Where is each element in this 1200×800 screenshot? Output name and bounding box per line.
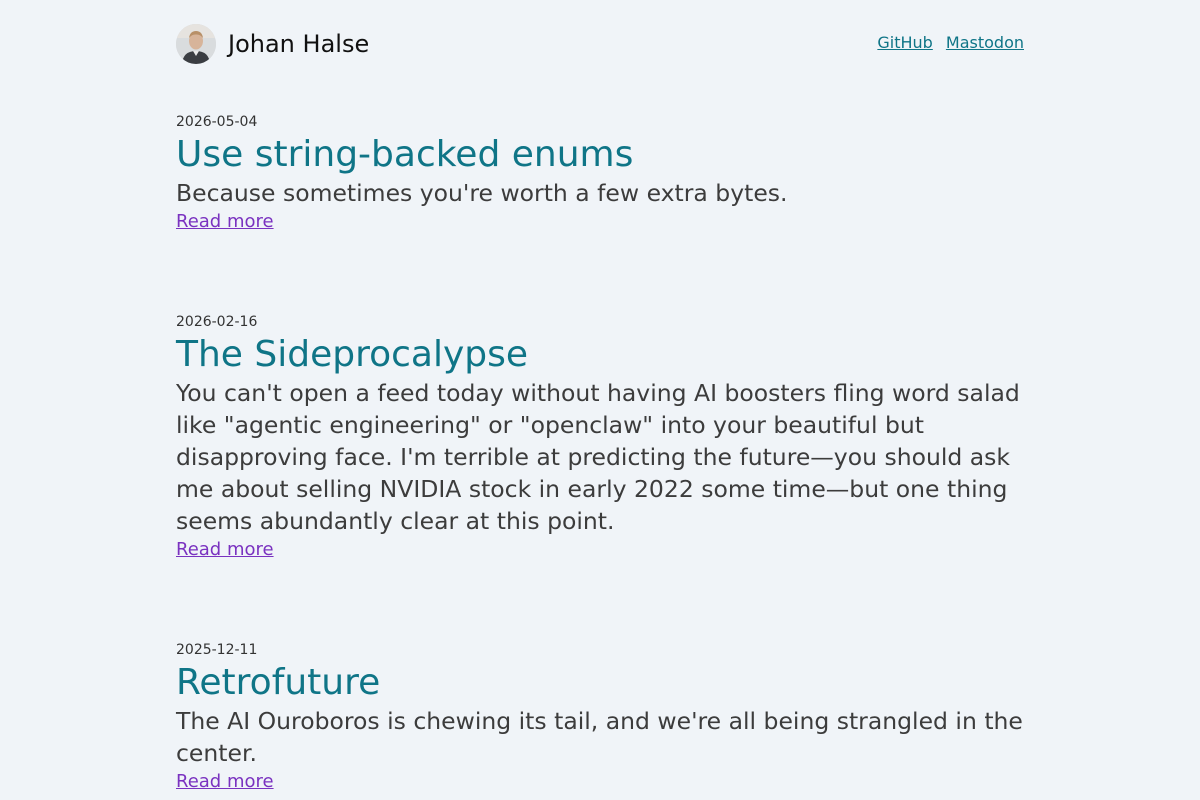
avatar-image: [176, 24, 216, 64]
post-excerpt: Because sometimes you're worth a few ext…: [176, 179, 788, 207]
post-title-link[interactable]: The Sideprocalypse: [176, 333, 1024, 377]
avatar[interactable]: [176, 24, 216, 64]
post-excerpt: The AI Ouroboros is chewing its tail, an…: [176, 707, 1023, 767]
site-title[interactable]: Johan Halse: [228, 28, 369, 60]
read-more-link[interactable]: Read more: [176, 209, 274, 235]
site-header: Johan Halse GitHub Mastodon: [176, 0, 1024, 88]
header-nav: GitHub Mastodon: [869, 33, 1024, 53]
post-title-link[interactable]: Use string-backed enums: [176, 133, 1024, 177]
github-link[interactable]: GitHub: [877, 33, 932, 52]
read-more-link[interactable]: Read more: [176, 537, 274, 563]
post-date: 2026-02-16: [176, 314, 258, 330]
post-excerpt: You can't open a feed today without havi…: [176, 379, 1020, 535]
post-item: 2026-02-16 The Sideprocalypse You can't …: [176, 313, 1024, 563]
page: Johan Halse GitHub Mastodon 2026-05-04 U…: [176, 0, 1024, 792]
post-item: 2025-12-11 Retrofuture The AI Ouroboros …: [176, 641, 1024, 795]
read-more-link[interactable]: Read more: [176, 769, 274, 795]
post-date: 2026-05-04: [176, 114, 258, 130]
post-item: 2026-05-04 Use string-backed enums Becau…: [176, 113, 1024, 235]
mastodon-link[interactable]: Mastodon: [946, 33, 1024, 52]
post-date: 2025-12-11: [176, 642, 258, 658]
post-title-link[interactable]: Retrofuture: [176, 661, 1024, 705]
